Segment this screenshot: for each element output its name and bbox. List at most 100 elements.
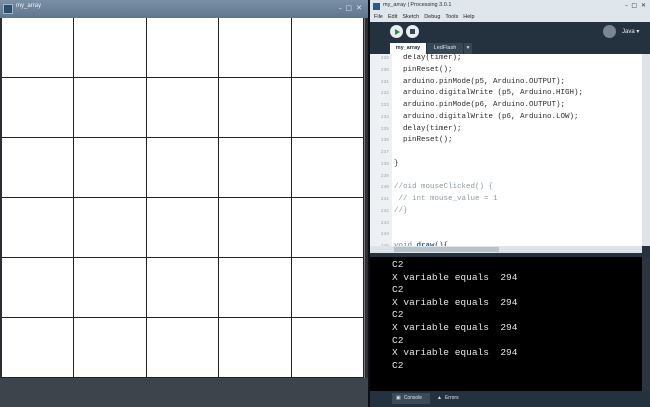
line-number: 239 [380,173,389,179]
code-editor[interactable]: 229 delay(timer); 230 pinReset(); 231 ardu… [370,54,642,246]
close-button[interactable]: ✕ [641,2,646,9]
menu-help[interactable]: Help [463,13,474,22]
line-number: 242 [380,208,389,214]
editor-vertical-scrollbar[interactable] [642,54,650,246]
tab-ledflash[interactable]: LedFlash [427,43,463,54]
grid-cell[interactable] [292,318,364,378]
grid-cell[interactable] [292,18,364,78]
code-line[interactable]: 241 // int mouse_value = 1 [370,194,642,206]
console-line: C2 [392,359,404,371]
run-button[interactable] [390,25,403,38]
menu-debug[interactable]: Debug [424,13,440,22]
line-number: 235 [380,126,389,132]
grid-cell[interactable] [74,138,147,198]
minimize-button[interactable]: – [625,2,628,9]
minimize-button[interactable]: – [339,4,343,12]
code-text: arduino.pinMode(p5, Arduino.OUTPUT); [394,77,566,86]
console-line: X variable equals 294 [392,322,518,333]
code-line[interactable]: 242 //} [370,206,642,218]
menu-edit[interactable]: Edit [388,13,397,22]
code-line[interactable]: 232 arduino.digitalWrite (p5, Arduino.HI… [370,88,642,100]
grid-cell[interactable] [147,318,219,378]
console-line: C2 [392,259,404,270]
tab-my-array[interactable]: my_array [390,43,426,54]
console-vertical-scrollbar[interactable] [642,257,650,391]
sketch-titlebar[interactable]: my_array – □ ✕ [0,0,368,18]
tab-errors-label: Errors [444,395,459,401]
editor-horizontal-scrollbar[interactable] [370,246,642,253]
grid-cell[interactable] [2,138,74,198]
grid-cell[interactable] [2,18,74,78]
scrollbar-thumb[interactable] [394,247,499,252]
grid-cell[interactable] [74,198,147,258]
mode-selector[interactable]: Java ▾ [622,28,639,35]
code-line[interactable]: 243 [370,218,642,230]
grid-cell[interactable] [74,18,147,78]
grid-cell[interactable] [292,258,364,318]
ide-titlebar[interactable]: my_array | Processing 3.0.1 – □ ✕ [370,0,650,13]
grid-cell[interactable] [147,138,219,198]
menu-tools[interactable]: Tools [445,13,458,22]
code-line[interactable]: 244 [370,229,642,241]
close-button[interactable]: ✕ [356,4,362,12]
tab-menu-button[interactable]: ▾ [464,43,472,54]
grid-cell[interactable] [2,198,74,258]
grid-cell[interactable] [219,138,292,198]
line-number: 229 [380,56,389,61]
code-line[interactable]: 230 pinReset(); [370,65,642,77]
grid-cell[interactable] [2,78,74,138]
code-line[interactable]: 240 //oid mouseClicked() { [370,182,642,194]
code-line[interactable]: 238} [370,159,642,171]
grid-cell[interactable] [219,198,292,258]
console-line: X variable equals 294 [392,271,518,283]
code-line[interactable]: 239 [370,171,642,183]
tab-errors[interactable]: ▲ Errors [433,393,467,404]
grid-cell[interactable] [292,138,364,198]
grid-cell[interactable] [74,258,147,318]
code-text: // int mouse_value = 1 [394,195,498,203]
grid-cell[interactable] [147,18,219,78]
grid-cell[interactable] [219,318,292,378]
sketch-window: my_array – □ ✕ [0,0,368,407]
grid-cell[interactable] [147,78,219,138]
console-output[interactable]: C2 X variable equals 294 C2 X variable equa… [370,257,642,391]
console-tabs: ▣ Console ▲ Errors [370,391,650,407]
line-number: 238 [380,161,389,167]
grid-cell[interactable] [2,258,74,318]
sketch-canvas[interactable] [2,18,365,378]
grid-cell[interactable] [2,318,74,378]
line-number: 241 [380,197,389,202]
code-text: pinReset(); [394,65,453,74]
menu-sketch[interactable]: Sketch [402,13,419,22]
grid-cell[interactable] [147,198,219,258]
console-line: C2 [392,284,404,296]
code-line[interactable]: 237 [370,147,642,159]
code-line[interactable]: 234 arduino.digitalWrite (p6, Arduino.LO… [370,112,642,124]
code-line[interactable]: 236 pinReset(); [370,135,642,147]
line-number: 231 [380,79,389,85]
line-number: 234 [380,114,389,120]
toolbar: Java ▾ [370,22,650,42]
grid-cell[interactable] [74,78,147,138]
debugger-icon[interactable] [603,25,616,38]
grid-cell[interactable] [219,258,292,318]
code-line[interactable]: 233 arduino.pinMode(p6, Arduino.OUTPUT); [370,100,642,112]
code-text: pinReset(); [394,136,453,145]
grid-cell[interactable] [219,78,292,138]
tab-console[interactable]: ▣ Console [392,393,430,404]
sketch-window-frame [0,378,368,407]
menu-file[interactable]: File [374,13,383,22]
grid-cell[interactable] [292,78,364,138]
grid-cell[interactable] [219,18,292,78]
line-number: 243 [380,220,389,226]
grid-cell[interactable] [147,258,219,318]
stop-button[interactable] [406,25,419,38]
code-line[interactable]: 229 delay(timer); [370,54,642,65]
maximize-button[interactable]: □ [345,4,352,12]
grid-cell[interactable] [292,198,364,258]
menu-bar: File Edit Sketch Debug Tools Help [370,13,650,22]
maximize-button[interactable]: □ [631,2,637,9]
grid-cell[interactable] [74,318,147,378]
code-line[interactable]: 231 arduino.pinMode(p5, Arduino.OUTPUT); [370,77,642,89]
code-line[interactable]: 235 delay(timer); [370,124,642,136]
